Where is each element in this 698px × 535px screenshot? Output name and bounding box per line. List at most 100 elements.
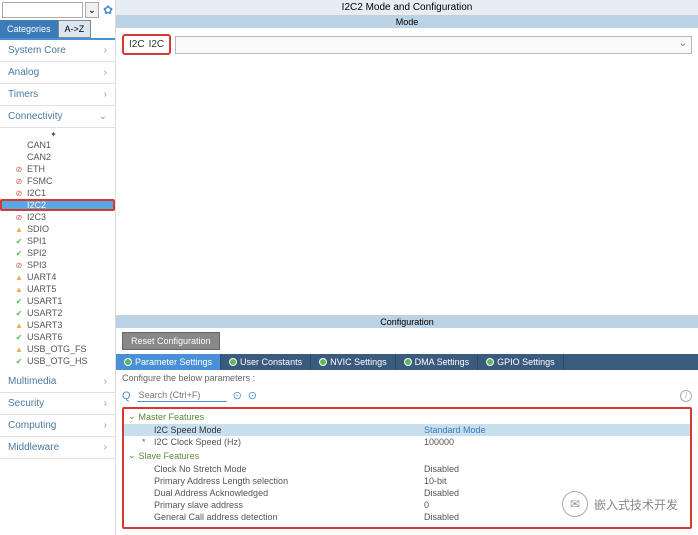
periph-spi2[interactable]: ✔SPI2: [0, 247, 115, 259]
mode-label: I2C: [129, 39, 145, 50]
periph-i2c2[interactable]: I2C2: [0, 199, 115, 211]
periph-eth[interactable]: ⊘ETH: [0, 163, 115, 175]
config-tabs: Parameter Settings User Constants NVIC S…: [116, 354, 698, 370]
param-clock-no-stretch[interactable]: Clock No Stretch ModeDisabled: [124, 463, 690, 475]
tab-user-constants[interactable]: User Constants: [221, 354, 311, 370]
periph-usart6[interactable]: ✔USART6: [0, 331, 115, 343]
config-header: Configuration: [116, 316, 698, 328]
tab-az[interactable]: A->Z: [58, 20, 92, 38]
param-i2c-speed-mode[interactable]: I2C Speed Mode Standard Mode: [124, 424, 690, 436]
config-hint: Configure the below parameters :: [116, 370, 698, 386]
warn-icon: ▲: [14, 272, 24, 282]
tab-categories[interactable]: Categories: [0, 20, 58, 38]
chevron-right-icon: ›: [104, 45, 107, 56]
main-panel: I2C2 Mode and Configuration Mode I2C I2C…: [116, 0, 698, 535]
collapse-icon: ⌄: [128, 450, 136, 461]
periph-can2[interactable]: CAN2: [0, 151, 115, 163]
cat-connectivity[interactable]: Connectivity⌄: [0, 106, 115, 128]
chevron-right-icon: ›: [104, 420, 107, 431]
cat-computing[interactable]: Computing›: [0, 415, 115, 437]
tab-gpio-settings[interactable]: GPIO Settings: [478, 354, 564, 370]
status-dot-icon: [124, 358, 132, 366]
mode-highlight-box: I2C I2C: [122, 34, 171, 55]
mode-row: I2C I2C: [116, 28, 698, 61]
chevron-right-icon: ›: [104, 398, 107, 409]
group-master-features[interactable]: ⌄Master Features: [124, 409, 690, 424]
mode-select[interactable]: [175, 36, 692, 54]
periph-uart5[interactable]: ▲UART5: [0, 283, 115, 295]
warn-icon: ▲: [14, 284, 24, 294]
disabled-icon: ⊘: [14, 164, 24, 174]
cat-analog[interactable]: Analog›: [0, 62, 115, 84]
check-icon: ✔: [14, 356, 24, 366]
status-dot-icon: [229, 358, 237, 366]
param-primary-addr-length[interactable]: Primary Address Length selection10-bit: [124, 475, 690, 487]
param-primary-slave-addr[interactable]: Primary slave address0: [124, 499, 690, 511]
tab-dma-settings[interactable]: DMA Settings: [396, 354, 479, 370]
mode-header: Mode: [116, 16, 698, 28]
status-dot-icon: [319, 358, 327, 366]
search-row: ⌄ ✿: [0, 0, 115, 20]
warn-icon: ▲: [14, 224, 24, 234]
sidebar-tab-row: Categories A->Z: [0, 20, 115, 38]
cat-middleware[interactable]: Middleware›: [0, 437, 115, 459]
sidebar: ⌄ ✿ Categories A->Z System Core› Analog›…: [0, 0, 116, 535]
search-icon: Q: [122, 390, 131, 402]
cat-security[interactable]: Security›: [0, 393, 115, 415]
parameter-box: ⌄Master Features I2C Speed Mode Standard…: [122, 407, 692, 529]
info-icon[interactable]: i: [680, 390, 692, 402]
group-slave-features[interactable]: ⌄Slave Features: [124, 448, 690, 463]
periph-spi3[interactable]: ⊘SPI3: [0, 259, 115, 271]
periph-can1[interactable]: CAN1: [0, 139, 115, 151]
cat-system-core[interactable]: System Core›: [0, 40, 115, 62]
page-title: I2C2 Mode and Configuration: [116, 0, 698, 16]
param-search-row: Q ⊙ ⊙ i: [116, 386, 698, 405]
reset-button[interactable]: Reset Configuration: [122, 332, 220, 350]
periph-usart1[interactable]: ✔USART1: [0, 295, 115, 307]
check-icon: ✔: [14, 296, 24, 306]
prev-icon[interactable]: ⊙: [233, 389, 242, 402]
collapse-icon: ⌄: [128, 411, 136, 422]
check-icon: ✔: [14, 308, 24, 318]
param-i2c-clock-speed[interactable]: * I2C Clock Speed (Hz) 100000: [124, 436, 690, 448]
param-dual-addr-ack[interactable]: Dual Address AcknowledgedDisabled: [124, 487, 690, 499]
periph-usart2[interactable]: ✔USART2: [0, 307, 115, 319]
disabled-icon: ⊘: [14, 212, 24, 222]
param-search-input[interactable]: [137, 389, 227, 402]
status-dot-icon: [486, 358, 494, 366]
chevron-right-icon: ›: [104, 67, 107, 78]
disabled-icon: ⊘: [14, 176, 24, 186]
param-general-call[interactable]: General Call address detectionDisabled: [124, 511, 690, 523]
tab-parameter-settings[interactable]: Parameter Settings: [116, 354, 221, 370]
periph-fsmc[interactable]: ⊘FSMC: [0, 175, 115, 187]
cat-multimedia[interactable]: Multimedia›: [0, 371, 115, 393]
check-icon: ✔: [14, 248, 24, 258]
periph-spi1[interactable]: ✔SPI1: [0, 235, 115, 247]
warn-icon: ▲: [14, 320, 24, 330]
chevron-right-icon: ›: [104, 376, 107, 387]
search-input[interactable]: [2, 2, 83, 18]
check-icon: ✔: [14, 236, 24, 246]
periph-uart4[interactable]: ▲UART4: [0, 271, 115, 283]
periph-usart3[interactable]: ▲USART3: [0, 319, 115, 331]
disabled-icon: ⊘: [14, 188, 24, 198]
periph-sdio[interactable]: ▲SDIO: [0, 223, 115, 235]
config-section: Configuration Reset Configuration Parame…: [116, 315, 698, 535]
status-dot-icon: [404, 358, 412, 366]
tab-nvic-settings[interactable]: NVIC Settings: [311, 354, 396, 370]
star-icon: *: [124, 437, 154, 447]
periph-i2c1[interactable]: ⊘I2C1: [0, 187, 115, 199]
chevron-down-icon: ⌄: [99, 111, 107, 122]
chevron-right-icon: ›: [104, 89, 107, 100]
periph-i2c3[interactable]: ⊘I2C3: [0, 211, 115, 223]
cat-timers[interactable]: Timers›: [0, 84, 115, 106]
warn-icon: ▲: [14, 344, 24, 354]
category-list: System Core› Analog› Timers› Connectivit…: [0, 40, 115, 535]
search-dropdown[interactable]: ⌄: [85, 2, 99, 18]
periph-usb-otg-fs[interactable]: ▲USB_OTG_FS: [0, 343, 115, 355]
next-icon[interactable]: ⊙: [248, 389, 257, 402]
gear-icon[interactable]: ✿: [103, 3, 113, 17]
chevron-right-icon: ›: [104, 442, 107, 453]
periph-usb-otg-hs[interactable]: ✔USB_OTG_HS: [0, 355, 115, 367]
peripheral-list: ✦ CAN1 CAN2 ⊘ETH ⊘FSMC ⊘I2C1 I2C2 ⊘I2C3 …: [0, 128, 115, 371]
